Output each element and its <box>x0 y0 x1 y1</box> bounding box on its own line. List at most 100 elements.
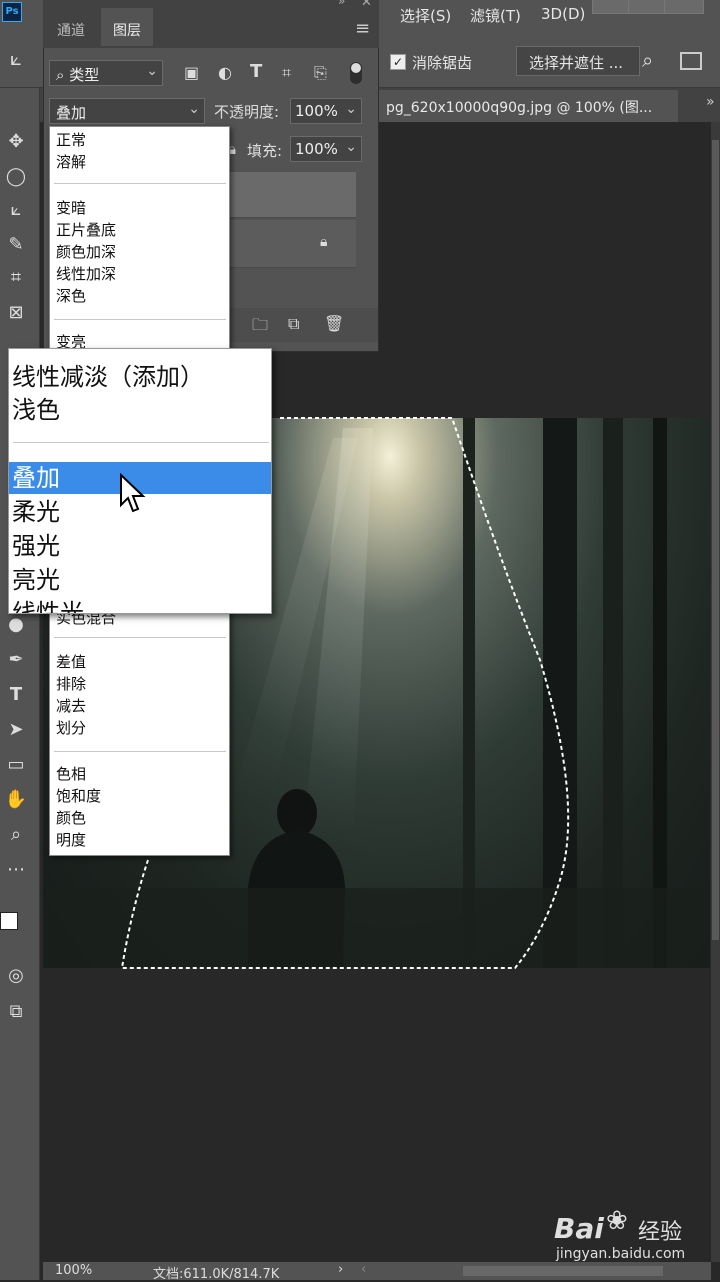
zoom-option-soft-light[interactable]: 柔光 <box>12 496 60 528</box>
watermark-url: jingyan.baidu.com <box>556 1246 686 1262</box>
chevron-down-icon: ⌄ <box>345 139 357 155</box>
dodge-icon[interactable]: ● <box>4 613 28 637</box>
blend-option-subtract[interactable]: 减去 <box>56 695 86 717</box>
antialias-label: 消除锯齿 <box>412 54 473 72</box>
blend-option-darker-color[interactable]: 深色 <box>56 285 86 307</box>
mouse-cursor-icon <box>120 473 146 513</box>
search-icon[interactable]: ⌕ <box>642 48 653 72</box>
panel-menu-icon[interactable]: ≡ <box>355 18 370 39</box>
blend-option-exclusion[interactable]: 排除 <box>56 673 86 695</box>
collapse-panel-icon[interactable]: » <box>338 0 345 8</box>
chevron-down-icon: ⌄ <box>188 101 200 117</box>
path-select-icon[interactable]: ➤ <box>4 718 28 742</box>
lasso-icon[interactable]: ⟀ <box>4 198 28 222</box>
menu-3d[interactable]: 3D(D) <box>541 5 585 23</box>
blend-option-multiply[interactable]: 正片叠底 <box>56 219 116 241</box>
foreground-color-swatch[interactable] <box>0 912 18 930</box>
frame-icon[interactable]: ⊠ <box>4 301 28 325</box>
hand-icon[interactable]: ✋ <box>4 788 28 812</box>
status-expand-icon[interactable]: › <box>338 1262 343 1277</box>
opacity-label: 不透明度: <box>214 103 280 121</box>
text-icon[interactable]: T <box>4 683 28 707</box>
blend-option-luminosity[interactable]: 明度 <box>56 829 86 851</box>
zoom-option-vivid-light[interactable]: 亮光 <box>12 564 60 596</box>
chevron-down-icon: ⌄ <box>345 101 357 117</box>
select-and-mask-button[interactable]: 选择并遮住 ... <box>516 46 640 76</box>
panel-titlebar: » ✕ <box>43 0 379 10</box>
text-filter-icon[interactable]: T <box>250 61 262 82</box>
adjustment-filter-icon[interactable]: ◐ <box>218 63 232 82</box>
layer-row-background[interactable]: 🔒︎ <box>228 220 356 268</box>
menu-divider <box>13 442 269 443</box>
menu-filter[interactable]: 滤镜(T) <box>470 5 521 26</box>
blend-option-dissolve[interactable]: 溶解 <box>56 151 86 173</box>
document-tab[interactable]: pg_620x10000q90g.jpg @ 100% (图... <box>378 90 678 122</box>
search-icon: ⌕ <box>56 66 65 84</box>
smart-object-filter-icon[interactable]: ⎘ <box>314 63 327 83</box>
hscroll-left-icon[interactable]: ‹ <box>361 1262 366 1277</box>
blend-option-linear-burn[interactable]: 线性加深 <box>56 263 116 285</box>
zoom-option-lighter-color[interactable]: 浅色 <box>12 394 60 426</box>
watermark-brand-cn: 经验 <box>638 1220 683 1245</box>
zoom-icon[interactable]: ⌕ <box>4 823 28 847</box>
layer-filter-dropdown[interactable]: ⌕ 类型 ⌄ <box>49 60 163 86</box>
close-window-button[interactable] <box>664 0 704 14</box>
fill-input[interactable]: 100% ⌄ <box>290 136 362 162</box>
crop-icon[interactable]: ⌗ <box>4 266 28 290</box>
zoom-level[interactable]: 100% <box>55 1263 92 1278</box>
opacity-input[interactable]: 100% ⌄ <box>290 98 362 124</box>
panel-tabs: 通道 图层 ≡ <box>43 8 379 48</box>
blend-option-divide[interactable]: 划分 <box>56 717 86 739</box>
toolbox: ✥ ◯ ⟀ ✎ ⌗ ⊠ ● ✒ T ➤ ▭ ✋ ⌕ ⋯ ◎ ⧉ <box>0 88 40 1280</box>
fill-label: 填充: <box>247 142 283 160</box>
antialias-checkbox[interactable]: ✓ <box>390 54 406 70</box>
layers-footer: 🗀 ⧉ 🗑 <box>228 308 378 342</box>
layers-list-empty <box>228 268 356 308</box>
shape-filter-icon[interactable]: ⌗ <box>282 63 291 83</box>
blend-option-difference[interactable]: 差值 <box>56 651 86 673</box>
blend-option-darken[interactable]: 变暗 <box>56 197 86 219</box>
magnified-blend-menu: 线性减淡（添加） 浅色 叠加 柔光 强光 亮光 线性光 <box>8 348 272 614</box>
zoom-option-linear-dodge[interactable]: 线性减淡（添加） <box>12 361 204 393</box>
blend-option-hue[interactable]: 色相 <box>56 763 86 785</box>
maximize-button[interactable] <box>628 0 668 14</box>
more-tools-icon[interactable]: ⋯ <box>4 858 28 882</box>
image-filter-icon[interactable]: ▣ <box>184 63 199 82</box>
rectangle-icon[interactable]: ▭ <box>4 753 28 777</box>
blend-option-saturation[interactable]: 饱和度 <box>56 785 101 807</box>
screen-mode-icon[interactable]: ⧉ <box>4 1000 28 1024</box>
lock-icon: 🔒︎ <box>320 234 328 250</box>
tabs-overflow-icon[interactable]: » <box>706 94 715 110</box>
document-info: 文档:611.0K/814.7K <box>153 1267 280 1282</box>
vertical-scroll-thumb[interactable] <box>712 140 719 940</box>
tab-layers[interactable]: 图层 <box>101 8 153 46</box>
menu-select[interactable]: 选择(S) <box>400 5 451 26</box>
blend-mode-value: 叠加 <box>56 104 87 122</box>
workspace-icon[interactable] <box>680 52 702 70</box>
zoom-option-linear-light[interactable]: 线性光 <box>12 597 84 613</box>
new-layer-icon[interactable]: ⧉ <box>288 314 299 334</box>
folder-icon[interactable]: 🗀 <box>252 314 268 341</box>
menu-divider <box>54 319 226 320</box>
filter-toggle[interactable] <box>350 62 362 84</box>
layer-row-active[interactable] <box>228 172 356 218</box>
pen-icon[interactable]: ✒ <box>4 648 28 672</box>
blend-option-normal[interactable]: 正常 <box>56 129 86 151</box>
blend-option-color-burn[interactable]: 颜色加深 <box>56 241 116 263</box>
menu-divider <box>54 183 226 184</box>
minimize-button[interactable] <box>592 0 632 14</box>
blend-option-color[interactable]: 颜色 <box>56 807 86 829</box>
marquee-icon[interactable]: ◯ <box>4 165 28 189</box>
watermark-brand: Bai <box>554 1212 604 1245</box>
trash-icon[interactable]: 🗑 <box>324 314 344 333</box>
blend-mode-dropdown[interactable]: 叠加 ⌄ <box>49 98 205 124</box>
zoom-option-overlay[interactable]: 叠加 <box>12 462 60 494</box>
quick-select-icon[interactable]: ✎ <box>4 233 28 257</box>
tab-channels[interactable]: 通道 <box>45 8 97 46</box>
zoom-option-hard-light[interactable]: 强光 <box>12 530 60 562</box>
lasso-icon[interactable]: ⟀ <box>10 46 22 70</box>
layer-filter-value: 类型 <box>69 66 100 84</box>
move-icon[interactable]: ✥ <box>4 130 28 154</box>
baidu-watermark: Bai ❀ 经验 jingyan.baidu.com <box>554 1198 719 1268</box>
quick-mask-icon[interactable]: ◎ <box>4 964 28 988</box>
